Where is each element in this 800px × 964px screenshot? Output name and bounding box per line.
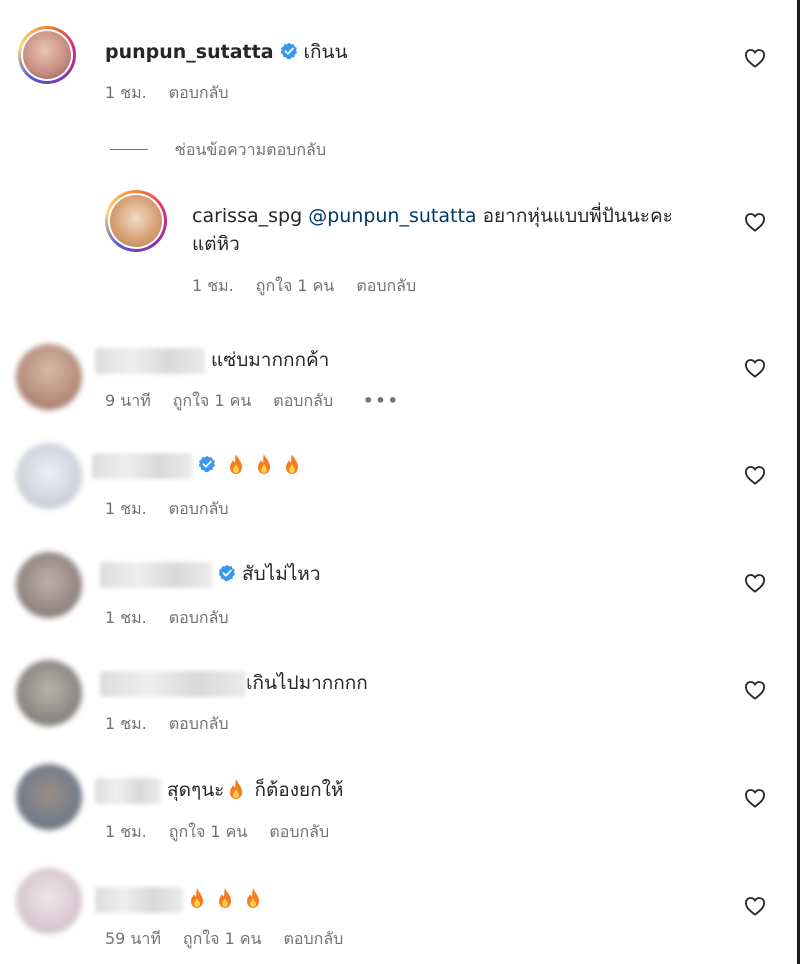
comment-time: 1 ชม. (105, 499, 147, 518)
avatar[interactable] (16, 660, 82, 726)
comment-meta: 1 ชม. ตอบกลับ (105, 497, 251, 522)
like-heart-icon[interactable] (744, 573, 766, 593)
fire-emoji-icon (227, 778, 245, 800)
verified-badge-icon (198, 455, 216, 473)
comment-item: 1 ชม. ตอบกลับ (0, 435, 790, 540)
comment-item: เกินไปมากกกก 1 ชม. ตอบกลับ (0, 648, 790, 756)
reply-button[interactable]: ตอบกลับ (169, 608, 229, 627)
comment-time: 1 ชม. (105, 608, 147, 627)
comment-time: 59 นาที (105, 929, 161, 948)
comment-meta: 59 นาที ถูกใจ 1 คน ตอบกลับ (105, 927, 365, 952)
comment-meta: 1 ชม. ตอบกลับ (105, 81, 251, 106)
reply-item: carissa_spg @punpun_sutatta อยากหุ่นแบบพ… (0, 180, 790, 305)
comment-text (95, 886, 267, 913)
like-heart-icon[interactable] (744, 48, 766, 68)
comment-text: punpun_sutatta เกินน (105, 41, 348, 63)
comment-text: carissa_spg @punpun_sutatta อยากหุ่นแบบพ… (192, 205, 673, 227)
comment-item: สับไม่ไหว 1 ชม. ตอบกลับ (0, 540, 790, 648)
comment-meta: 1 ชม. ตอบกลับ (105, 606, 251, 631)
fire-emoji-icon (244, 887, 262, 909)
like-heart-icon[interactable] (744, 358, 766, 378)
fire-emoji-icon (283, 453, 301, 475)
hide-replies-divider (110, 149, 148, 150)
likes-count[interactable]: ถูกใจ 1 คน (256, 276, 335, 295)
avatar[interactable] (18, 26, 76, 84)
avatar[interactable] (16, 344, 82, 410)
comment-meta: 1 ชม. ตอบกลับ (105, 712, 251, 737)
reply-button[interactable]: ตอบกลับ (169, 714, 229, 733)
comment-meta: 1 ชม. ถูกใจ 1 คน ตอบกลับ (105, 820, 351, 845)
username-link[interactable] (92, 452, 192, 479)
username-link[interactable] (100, 670, 246, 697)
like-heart-icon[interactable] (744, 212, 766, 232)
avatar[interactable] (16, 552, 82, 618)
avatar[interactable] (16, 764, 82, 830)
fire-emoji-icon (216, 887, 234, 909)
comment-time: 1 ชม. (105, 714, 147, 733)
comment-text: สุดๆนะ ก็ต้องยกให้ (95, 777, 343, 804)
likes-count[interactable]: ถูกใจ 1 คน (169, 822, 248, 841)
like-heart-icon[interactable] (744, 680, 766, 700)
comment-time: 1 ชม. (105, 83, 147, 102)
avatar[interactable] (105, 190, 167, 252)
comment-text: สับไม่ไหว (100, 561, 321, 588)
reply-button[interactable]: ตอบกลับ (269, 822, 329, 841)
reply-button[interactable]: ตอบกลับ (169, 499, 229, 518)
username-link[interactable] (100, 561, 212, 588)
fire-emoji-icon (227, 453, 245, 475)
comment-text: แซ่บมากกกค้า (95, 347, 329, 374)
comment-text (92, 452, 306, 479)
verified-badge-icon (280, 42, 298, 60)
comment-time: 1 ชม. (105, 822, 147, 841)
username-link[interactable] (95, 347, 205, 374)
comment-item: สุดๆนะ ก็ต้องยกให้ 1 ชม. ถูกใจ 1 คน ตอบกลั… (0, 756, 790, 864)
comment-item: 59 นาที ถูกใจ 1 คน ตอบกลับ (0, 864, 790, 964)
username-link[interactable] (95, 886, 183, 913)
reply-button[interactable]: ตอบกลับ (169, 83, 229, 102)
avatar[interactable] (16, 443, 82, 509)
comment-time: 9 นาที (105, 391, 151, 410)
comment-item: แซ่บมากกกค้า 9 นาที ถูกใจ 1 คน ตอบกลับ ••• (0, 330, 790, 435)
username-link[interactable]: punpun_sutatta (105, 41, 274, 63)
likes-count[interactable]: ถูกใจ 1 คน (183, 929, 262, 948)
fire-emoji-icon (188, 887, 206, 909)
comment-text: เกินไปมากกกก (100, 670, 368, 697)
reply-button[interactable]: ตอบกลับ (356, 276, 416, 295)
reply-button[interactable]: ตอบกลับ (273, 391, 333, 410)
reply-button[interactable]: ตอบกลับ (283, 929, 343, 948)
like-heart-icon[interactable] (744, 896, 766, 916)
comment-item: punpun_sutatta เกินน 1 ชม. ตอบกลับ (0, 0, 790, 120)
mention-link[interactable]: @punpun_sutatta (308, 205, 476, 227)
avatar[interactable] (16, 868, 82, 934)
verified-badge-icon (218, 564, 236, 582)
comment-meta: 1 ชม. ถูกใจ 1 คน ตอบกลับ (192, 274, 438, 299)
username-link[interactable]: carissa_spg (192, 205, 302, 227)
comment-meta: 9 นาที ถูกใจ 1 คน ตอบกลับ ••• (105, 389, 422, 414)
comment-time: 1 ชม. (192, 276, 234, 295)
fire-emoji-icon (255, 453, 273, 475)
hide-replies-button[interactable]: ซ่อนข้อความตอบกลับ (175, 138, 326, 163)
likes-count[interactable]: ถูกใจ 1 คน (173, 391, 252, 410)
comment-text-cont: แต่หิว (192, 233, 240, 255)
username-link[interactable] (95, 777, 161, 804)
like-heart-icon[interactable] (744, 788, 766, 808)
like-heart-icon[interactable] (744, 465, 766, 485)
more-options-icon[interactable]: ••• (363, 391, 400, 410)
